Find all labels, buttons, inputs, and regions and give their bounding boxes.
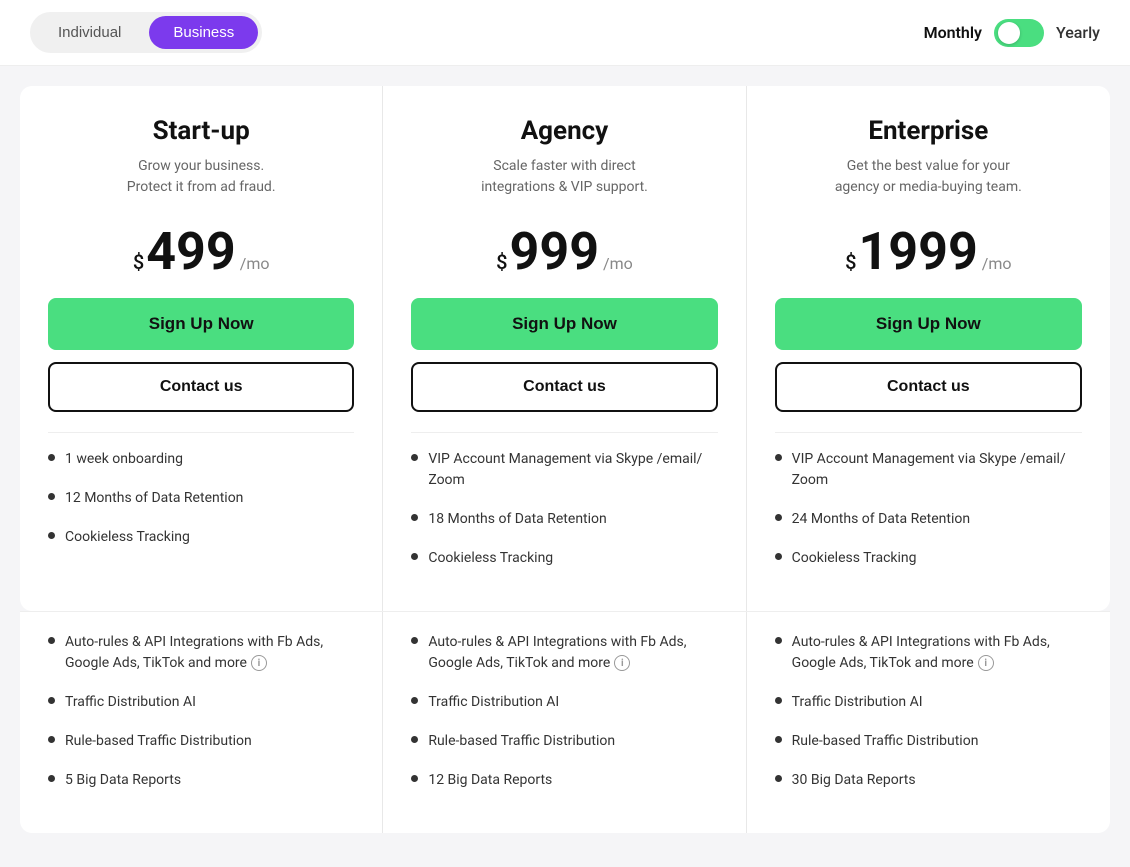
bullet-icon — [48, 532, 55, 539]
plan-description-startup: Grow your business.Protect it from ad fr… — [48, 156, 354, 206]
feature-item: VIP Account Management via Skype /email/… — [411, 449, 717, 491]
bullet-icon — [48, 775, 55, 782]
plan-name-agency: Agency — [411, 116, 717, 146]
bullet-icon — [775, 514, 782, 521]
plan-price-enterprise: $ 1999 /mo — [775, 226, 1082, 278]
bullet-icon — [48, 454, 55, 461]
feature-item: Cookieless Tracking — [775, 548, 1082, 569]
feature-item: 18 Months of Data Retention — [411, 509, 717, 530]
plan-description-enterprise: Get the best value for youragency or med… — [775, 156, 1082, 206]
bottom-feature-item: Auto-rules & API Integrations with Fb Ad… — [411, 632, 717, 674]
plan-bottom-card-agency: Auto-rules & API Integrations with Fb Ad… — [383, 612, 746, 833]
bullet-icon — [775, 454, 782, 461]
feature-item: VIP Account Management via Skype /email/… — [775, 449, 1082, 491]
plan-price-startup: $ 499 /mo — [48, 226, 354, 278]
signup-button-agency[interactable]: Sign Up Now — [411, 298, 717, 350]
bottom-feature-item: Rule-based Traffic Distribution — [411, 731, 717, 752]
contact-button-startup[interactable]: Contact us — [48, 362, 354, 412]
bullet-icon — [775, 697, 782, 704]
billing-toggle-group: Monthly Yearly — [924, 19, 1100, 47]
feature-item: 1 week onboarding — [48, 449, 354, 470]
bullet-icon — [48, 736, 55, 743]
bottom-feature-item: Traffic Distribution AI — [775, 692, 1082, 713]
monthly-label: Monthly — [924, 23, 982, 42]
bullet-icon — [411, 553, 418, 560]
bottom-feature-item: Traffic Distribution AI — [48, 692, 354, 713]
plan-card-startup: Start-up Grow your business.Protect it f… — [20, 86, 383, 611]
info-icon: i — [251, 655, 267, 671]
feature-item: 24 Months of Data Retention — [775, 509, 1082, 530]
bottom-feature-item: 12 Big Data Reports — [411, 770, 717, 791]
info-icon: i — [614, 655, 630, 671]
bottom-feature-item: Rule-based Traffic Distribution — [48, 731, 354, 752]
top-bar: Individual Business Monthly Yearly — [0, 0, 1130, 66]
bullet-icon — [411, 454, 418, 461]
bullet-icon — [775, 736, 782, 743]
toggle-knob — [998, 22, 1020, 44]
bullet-icon — [775, 637, 782, 644]
bottom-feature-item: Traffic Distribution AI — [411, 692, 717, 713]
bullet-icon — [775, 553, 782, 560]
bullet-icon — [48, 637, 55, 644]
feature-list-enterprise: VIP Account Management via Skype /email/… — [775, 449, 1082, 569]
bottom-feature-item: Auto-rules & API Integrations with Fb Ad… — [775, 632, 1082, 674]
bottom-feature-item: Rule-based Traffic Distribution — [775, 731, 1082, 752]
bullet-icon — [411, 736, 418, 743]
plan-type-toggle: Individual Business — [30, 12, 262, 53]
signup-button-startup[interactable]: Sign Up Now — [48, 298, 354, 350]
plan-price-agency: $ 999 /mo — [411, 226, 717, 278]
plans-wrapper: Start-up Grow your business.Protect it f… — [0, 66, 1130, 833]
plans-grid: Start-up Grow your business.Protect it f… — [20, 86, 1110, 611]
feature-item: Cookieless Tracking — [48, 527, 354, 548]
plan-name-enterprise: Enterprise — [775, 116, 1082, 146]
bottom-feature-item: Auto-rules & API Integrations with Fb Ad… — [48, 632, 354, 674]
feature-list-startup: 1 week onboarding 12 Months of Data Rete… — [48, 449, 354, 548]
bullet-icon — [775, 775, 782, 782]
feature-item: 12 Months of Data Retention — [48, 488, 354, 509]
signup-button-enterprise[interactable]: Sign Up Now — [775, 298, 1082, 350]
bullet-icon — [411, 697, 418, 704]
contact-button-agency[interactable]: Contact us — [411, 362, 717, 412]
info-icon: i — [978, 655, 994, 671]
bottom-feature-item: 5 Big Data Reports — [48, 770, 354, 791]
feature-item: Cookieless Tracking — [411, 548, 717, 569]
plan-description-agency: Scale faster with directintegrations & V… — [411, 156, 717, 206]
bottom-feature-item: 30 Big Data Reports — [775, 770, 1082, 791]
yearly-label: Yearly — [1056, 23, 1100, 42]
bullet-icon — [48, 493, 55, 500]
contact-button-enterprise[interactable]: Contact us — [775, 362, 1082, 412]
business-tab[interactable]: Business — [149, 16, 258, 49]
plan-name-startup: Start-up — [48, 116, 354, 146]
plan-card-agency: Agency Scale faster with directintegrati… — [383, 86, 746, 611]
individual-tab[interactable]: Individual — [34, 16, 145, 49]
bullet-icon — [411, 637, 418, 644]
plans-bottom: Auto-rules & API Integrations with Fb Ad… — [20, 611, 1110, 833]
plan-bottom-card-enterprise: Auto-rules & API Integrations with Fb Ad… — [747, 612, 1110, 833]
feature-list-agency: VIP Account Management via Skype /email/… — [411, 449, 717, 569]
plan-card-enterprise: Enterprise Get the best value for yourag… — [747, 86, 1110, 611]
bullet-icon — [411, 514, 418, 521]
billing-toggle-switch[interactable] — [994, 19, 1044, 47]
bullet-icon — [48, 697, 55, 704]
plan-bottom-card-startup: Auto-rules & API Integrations with Fb Ad… — [20, 612, 383, 833]
bullet-icon — [411, 775, 418, 782]
